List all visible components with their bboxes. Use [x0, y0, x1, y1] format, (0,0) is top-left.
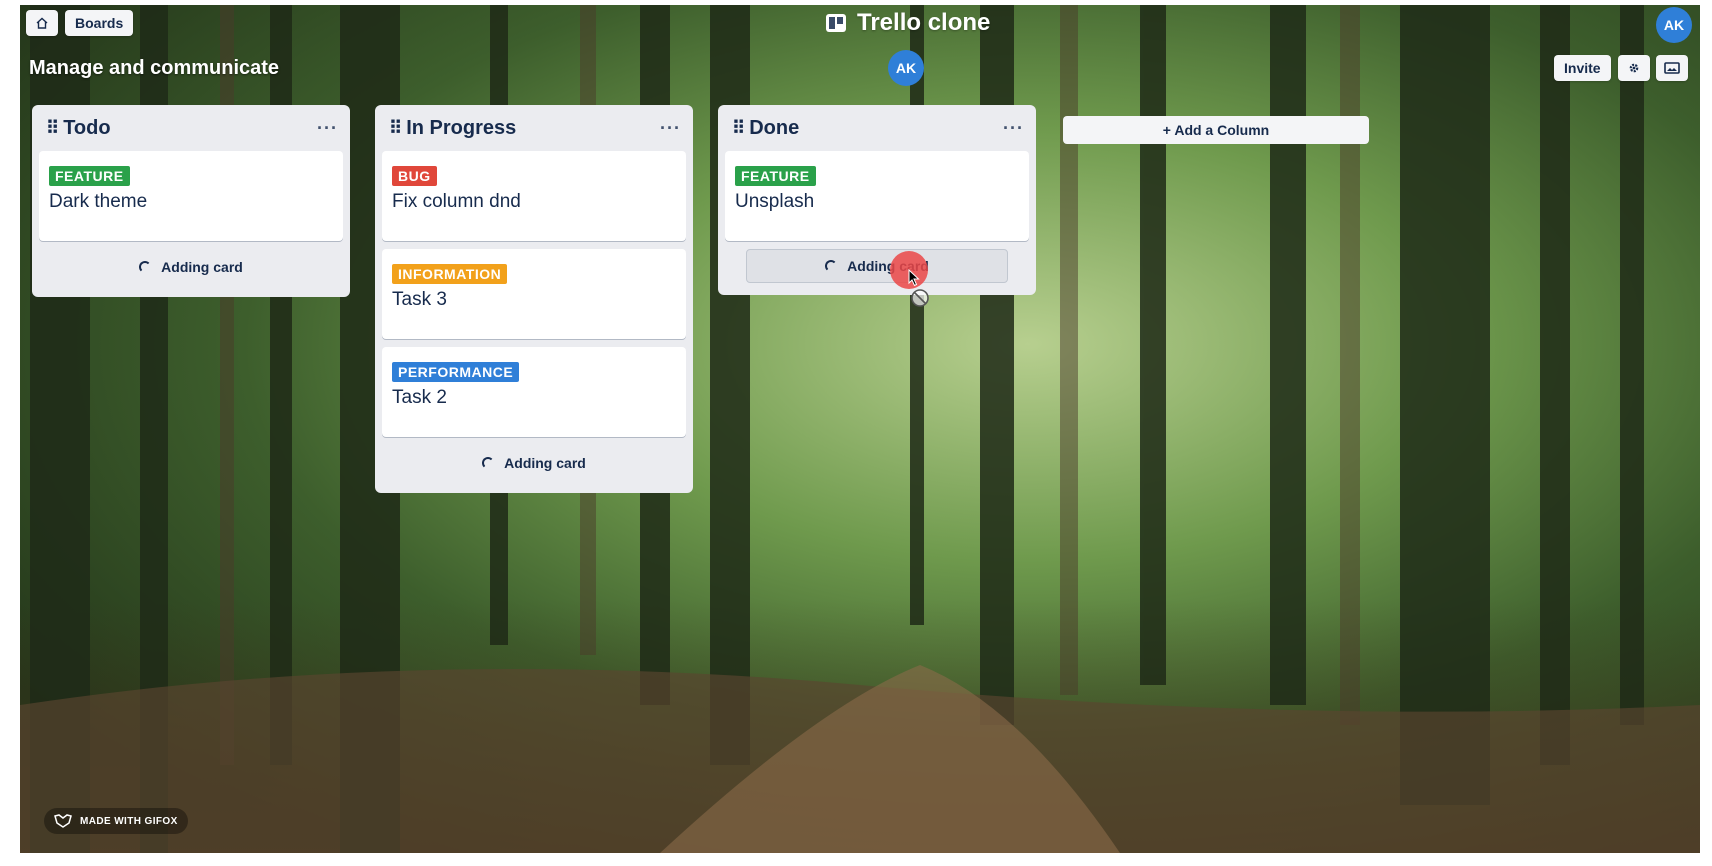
card[interactable]: PERFORMANCE Task 2	[382, 347, 686, 437]
more-options-icon[interactable]: ···	[1003, 118, 1024, 139]
member-avatar[interactable]: AK	[888, 50, 924, 86]
column-title[interactable]: Done	[749, 117, 997, 140]
board-icon	[826, 14, 846, 32]
add-card-button[interactable]: Adding card	[746, 249, 1008, 283]
drag-handle-icon[interactable]: ⠿	[732, 119, 745, 137]
no-drop-icon	[911, 289, 929, 307]
column-done: ⠿ Done ··· FEATURE Unsplash Adding card	[718, 105, 1036, 295]
card-label: PERFORMANCE	[392, 362, 520, 382]
card[interactable]: FEATURE Unsplash	[725, 151, 1029, 241]
spinner-icon	[825, 260, 838, 272]
drag-handle-icon[interactable]: ⠿	[389, 119, 402, 137]
add-card-button[interactable]: Adding card	[39, 249, 343, 285]
avatar[interactable]: AK	[1656, 7, 1692, 43]
home-icon	[36, 17, 48, 29]
column-title[interactable]: In Progress	[406, 117, 654, 140]
card-title: Task 2	[392, 387, 447, 408]
home-button[interactable]	[26, 10, 58, 36]
more-options-icon[interactable]: ···	[660, 118, 681, 139]
add-card-label: Adding card	[504, 455, 586, 471]
watermark: MADE WITH GIFOX	[44, 808, 188, 834]
gifox-logo-icon	[54, 814, 72, 828]
background-button[interactable]	[1656, 55, 1688, 81]
card-label: INFORMATION	[392, 264, 508, 284]
card-title: Task 3	[392, 289, 447, 310]
app-title-text: Trello clone	[857, 9, 991, 36]
card-title: Unsplash	[735, 191, 815, 212]
app-title: Trello clone	[825, 9, 990, 37]
drag-handle-icon[interactable]: ⠿	[46, 119, 59, 137]
add-card-label: Adding card	[161, 259, 243, 275]
column-in-progress: ⠿ In Progress ··· BUG Fix column dnd INF…	[375, 105, 693, 493]
card-label: FEATURE	[735, 166, 816, 186]
card[interactable]: FEATURE Dark theme	[39, 151, 343, 241]
column-header[interactable]: ⠿ In Progress ···	[375, 105, 693, 151]
spinner-icon	[482, 457, 495, 469]
spinner-icon	[139, 261, 152, 273]
invite-button[interactable]: Invite	[1554, 55, 1611, 81]
card-title: Dark theme	[49, 191, 148, 212]
column-header[interactable]: ⠿ Done ···	[718, 105, 1036, 151]
cursor-icon	[908, 269, 920, 287]
card-label: BUG	[392, 166, 437, 186]
more-options-icon[interactable]: ···	[317, 118, 338, 139]
card[interactable]: BUG Fix column dnd	[382, 151, 686, 241]
column-title[interactable]: Todo	[63, 117, 311, 140]
image-icon	[1664, 62, 1680, 74]
column-todo: ⠿ Todo ··· FEATURE Dark theme Adding car…	[32, 105, 350, 297]
add-column-button[interactable]: + Add a Column	[1063, 116, 1369, 144]
card[interactable]: INFORMATION Task 3	[382, 249, 686, 339]
card-title: Fix column dnd	[392, 191, 521, 212]
board-canvas: Boards Trello clone AK Manage and commun…	[20, 5, 1700, 853]
board-title[interactable]: Manage and communicate	[29, 57, 279, 80]
add-card-button[interactable]: Adding card	[382, 445, 686, 481]
settings-button[interactable]	[1618, 55, 1650, 81]
boards-button[interactable]: Boards	[65, 10, 134, 36]
card-label: FEATURE	[49, 166, 130, 186]
watermark-text: MADE WITH GIFOX	[80, 815, 178, 827]
column-header[interactable]: ⠿ Todo ···	[32, 105, 350, 151]
gear-icon	[1629, 63, 1639, 73]
